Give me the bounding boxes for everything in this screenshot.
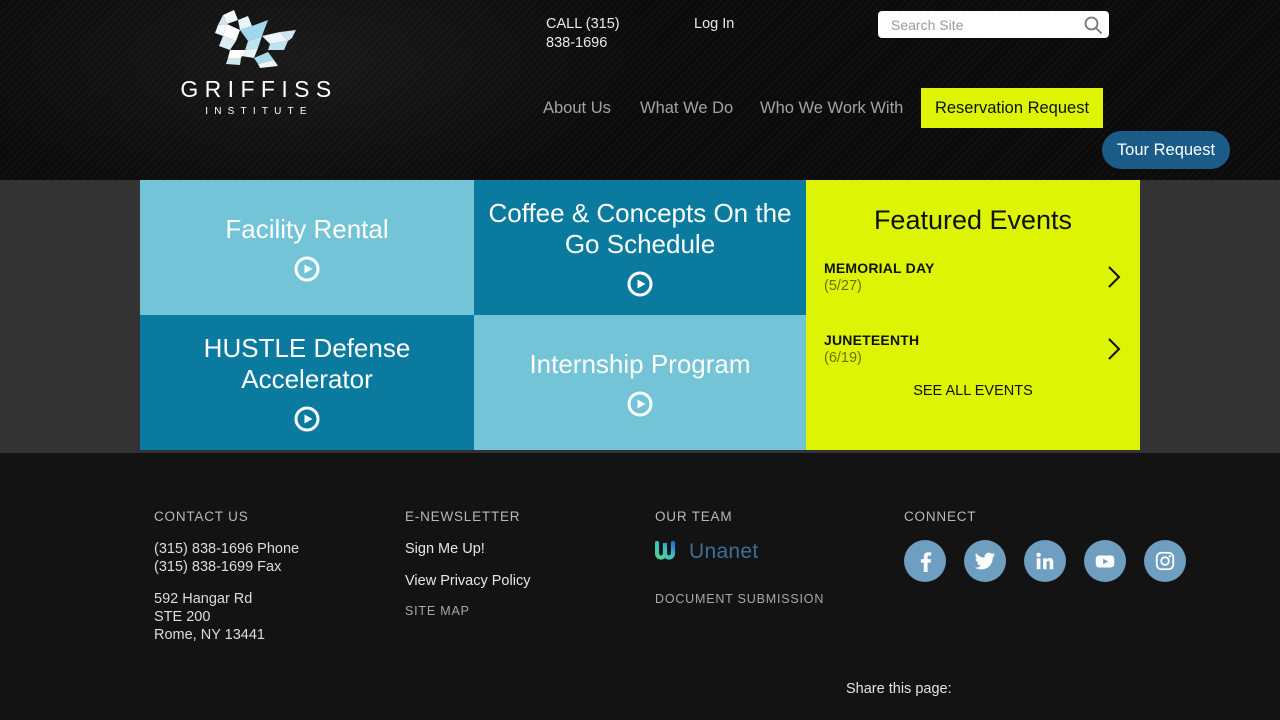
footer-address-line-1: 592 Hangar Rd [154,591,253,607]
tile-facility-rental[interactable]: Facility Rental [140,180,474,315]
tile-title: Internship Program [529,348,751,379]
promo-tiles: Facility Rental Coffee & Concepts On the… [140,180,1140,450]
footer-heading-our-team: OUR TEAM [655,509,733,524]
featured-events-title: Featured Events [873,205,1073,235]
twitter-icon [974,552,996,570]
search-submit-button[interactable] [1083,15,1103,35]
footer-heading-contact: CONTACT US [154,509,249,524]
play-icon [294,256,320,281]
featured-events-panel: Featured Events MEMORIAL DAY (5/27) JUNE… [806,180,1140,450]
tile-title: HUSTLE Defense Accelerator [203,333,411,394]
nav-item-about-us[interactable]: About Us [543,93,611,123]
facebook-link[interactable] [904,540,946,582]
footer-team-column: OUR TEAM Unanet DOCUMENT SUBMISSION [655,509,895,606]
linkedin-icon [1036,552,1054,570]
footer-heading-connect: CONNECT [904,509,977,524]
site-map-link[interactable]: SITE MAP [405,604,645,618]
unanet-partner-link[interactable]: Unanet [655,540,895,564]
search-box[interactable] [878,11,1109,38]
unanet-logo [655,541,676,560]
origami-griffin-logo [215,10,296,68]
event-item-memorial-day[interactable]: MEMORIAL DAY (5/27) [824,259,1122,296]
reservation-request-button[interactable]: Reservation Request [921,88,1103,128]
tile-title: Facility Rental [225,213,389,244]
footer-contact-column: CONTACT US (315) 838-1696 Phone (315) 83… [154,509,394,644]
play-icon [627,391,653,416]
play-icon [294,406,320,432]
footer-address-line-3: Rome, NY 13441 [154,627,265,643]
tour-request-button[interactable]: Tour Request [1102,131,1230,169]
see-all-events-link[interactable]: SEE ALL EVENTS [806,383,1140,399]
event-date: (5/27) [824,278,862,294]
event-name: MEMORIAL DAY [824,260,935,276]
nav-item-who-we-work-with[interactable]: Who We Work With [760,93,903,123]
tile-coffee-and-concepts[interactable]: Coffee & Concepts On the Go Schedule [474,180,806,315]
footer-phone: (315) 838-1696 Phone [154,541,300,557]
event-item-juneteenth[interactable]: JUNETEENTH (6/19) [824,331,1122,368]
footer-fax: (315) 838-1699 Fax [154,559,282,575]
facebook-icon [920,552,932,572]
social-links [904,540,1204,582]
instagram-icon [1155,551,1175,571]
youtube-icon [1095,555,1115,568]
footer-address-line-2: STE 200 [154,609,211,625]
unanet-label: Unanet [689,540,759,563]
main-navigation: About Us What We Do Who We Work With Res… [0,88,1280,133]
site-footer: CONTACT US (315) 838-1696 Phone (315) 83… [0,453,1280,720]
view-privacy-policy-link[interactable]: View Privacy Policy [405,572,645,590]
chevron-right-icon [1108,338,1121,360]
footer-connect-column: CONNECT [904,509,1204,582]
chevron-right-icon [1108,266,1121,288]
event-name: JUNETEENTH [824,332,920,348]
login-link[interactable]: Log In [694,15,734,34]
share-this-page-label: Share this page: [846,681,952,697]
linkedin-link[interactable] [1024,540,1066,582]
sign-me-up-link[interactable]: Sign Me Up! [405,540,645,558]
tile-hustle-defense-accelerator[interactable]: HUSTLE Defense Accelerator [140,315,474,450]
youtube-link[interactable] [1084,540,1126,582]
search-icon [1084,16,1103,35]
instagram-link[interactable] [1144,540,1186,582]
footer-newsletter-column: E-NEWSLETTER Sign Me Up! View Privacy Po… [405,509,645,618]
call-phone-link[interactable]: CALL (315) 838-1696 [546,15,646,53]
promo-tiles-band: Facility Rental Coffee & Concepts On the… [0,180,1280,453]
tile-internship-program[interactable]: Internship Program [474,315,806,450]
twitter-link[interactable] [964,540,1006,582]
play-icon [627,271,653,297]
footer-heading-newsletter: E-NEWSLETTER [405,509,521,524]
tile-title: Coffee & Concepts On the Go Schedule [488,198,792,259]
document-submission-link[interactable]: DOCUMENT SUBMISSION [655,592,895,606]
nav-item-what-we-do[interactable]: What We Do [640,93,733,123]
search-input[interactable] [889,11,1074,38]
site-header: GRIFFISS INSTITUTE CALL (315) 838-1696 L… [0,0,1280,180]
event-date: (6/19) [824,350,862,366]
